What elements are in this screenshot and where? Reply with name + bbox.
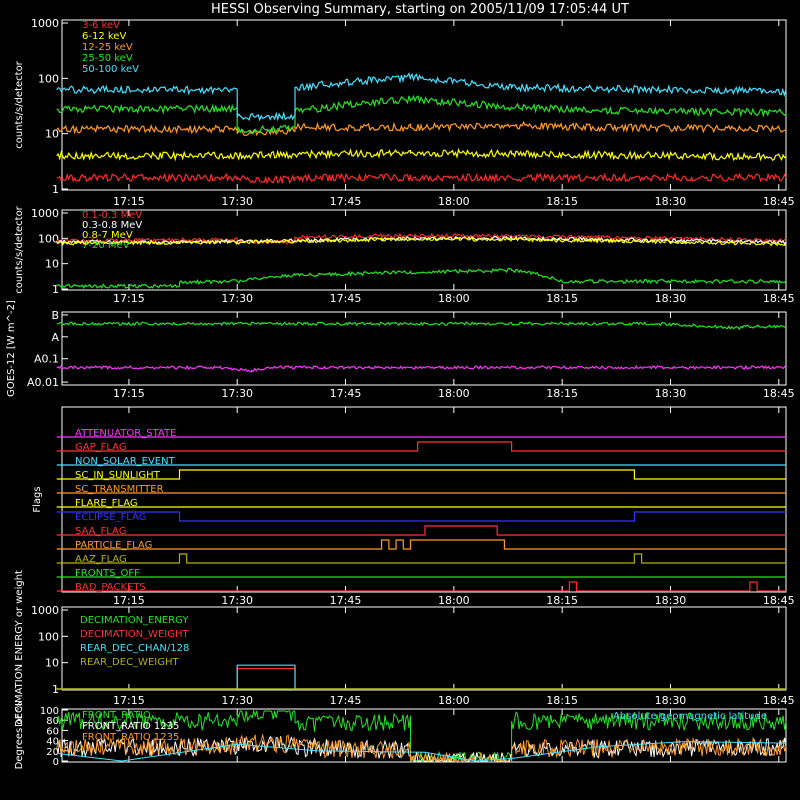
y-tick-label: 60 — [46, 726, 59, 737]
legend-rear-dec-weight: REAR_DEC_WEIGHT — [80, 657, 179, 668]
x-tick-label: 17:45 — [330, 292, 362, 305]
flag-label-sc-transmitter: SC_TRANSMITTER — [75, 484, 164, 495]
y-tick-label: 1000 — [31, 17, 59, 30]
legend-front-ratio: FRONT_RATIO — [82, 710, 151, 721]
flag-label-aaz-flag: AAZ_FLAG — [75, 554, 127, 565]
y-axis-label: counts/s/detector — [14, 60, 25, 148]
legend-front-ratio-1235: FRONT_RATIO 1235 — [82, 732, 179, 743]
x-tick-label: 18:45 — [763, 694, 795, 707]
flag-label-gap-flag: GAP_FLAG — [75, 442, 127, 453]
y-axis-label: Degrees or % — [14, 702, 25, 770]
x-tick-label: 17:30 — [221, 387, 253, 400]
y-tick-label: 1 — [52, 183, 59, 196]
y-tick-label: 1000 — [31, 604, 59, 617]
flag-label-sc-in-sunlight: SC_IN_SUNLIGHT — [75, 470, 161, 481]
x-tick-label: 17:30 — [221, 694, 253, 707]
x-tick-label: 18:15 — [546, 292, 578, 305]
x-tick-label: 18:15 — [546, 195, 578, 208]
y-tick-label: 80 — [46, 716, 59, 727]
legend-decimation-weight: DECIMATION_WEIGHT — [80, 629, 189, 640]
x-tick-label: 18:45 — [763, 195, 795, 208]
y-tick-label: 10 — [45, 258, 59, 271]
x-tick-label: 17:15 — [113, 387, 145, 400]
flag-label-eclipse-flag: ECLIPSE_FLAG — [75, 512, 146, 523]
y-tick-label: 100 — [38, 72, 59, 85]
legend-12-25-kev: 12-25 keV — [82, 42, 133, 53]
x-tick-label: 18:30 — [655, 694, 687, 707]
x-tick-label: 18:15 — [546, 694, 578, 707]
y-tick-label: A0.01 — [27, 376, 59, 389]
y-tick-label: B — [51, 309, 59, 322]
x-tick-label: 17:15 — [113, 694, 145, 707]
y-tick-label: 100 — [40, 706, 59, 717]
legend-50-100-kev: 50-100 keV — [82, 64, 139, 75]
flag-label-flare-flag: FLARE_FLAG — [75, 498, 138, 509]
x-tick-label: 17:15 — [113, 292, 145, 305]
x-tick-label: 17:45 — [330, 195, 362, 208]
x-tick-label: 17:30 — [221, 292, 253, 305]
y-tick-label: A — [51, 331, 59, 344]
x-tick-label: 17:45 — [330, 594, 362, 607]
legend-3-6-kev: 3-6 keV — [82, 20, 120, 31]
legend-absolute-geomagnetic-latitude: Absolute geomagnetic latitude — [613, 711, 767, 722]
x-tick-label: 17:30 — [221, 594, 253, 607]
y-axis-label: Flags — [32, 486, 43, 512]
flag-label-saa-flag: SAA_FLAG — [75, 526, 126, 537]
x-tick-label: 18:15 — [546, 594, 578, 607]
x-tick-label: 18:30 — [655, 594, 687, 607]
x-tick-label: 18:00 — [438, 387, 470, 400]
legend-rear-dec-chan-128: REAR_DEC_CHAN/128 — [80, 643, 189, 654]
x-tick-label: 17:15 — [113, 594, 145, 607]
y-tick-label: A0.1 — [34, 353, 59, 366]
y-tick-label: 10 — [45, 128, 59, 141]
legend-25-50-kev: 25-50 keV — [82, 53, 133, 64]
y-tick-label: 100 — [38, 232, 59, 245]
x-tick-label: 18:00 — [438, 195, 470, 208]
x-tick-label: 18:15 — [546, 387, 578, 400]
y-tick-label: 0 — [53, 757, 59, 768]
flag-label-fronts-off: FRONTS_OFF — [75, 568, 140, 579]
y-axis-label: counts/s/detector — [14, 205, 25, 293]
y-tick-label: 100 — [38, 630, 59, 643]
x-tick-label: 17:45 — [330, 694, 362, 707]
x-tick-label: 17:30 — [221, 195, 253, 208]
x-tick-label: 18:00 — [438, 694, 470, 707]
x-tick-label: 17:45 — [330, 387, 362, 400]
flag-label-particle-flag: PARTICLE_FLAG — [75, 540, 152, 551]
figure-title: HESSI Observing Summary, starting on 200… — [211, 2, 629, 17]
legend-front-ratio-1235: FRONT_RATIO 1235 — [82, 721, 179, 732]
x-tick-label: 18:00 — [438, 594, 470, 607]
legend-6-12-kev: 6-12 keV — [82, 31, 126, 42]
x-tick-label: 18:30 — [655, 195, 687, 208]
y-tick-label: 1000 — [31, 207, 59, 220]
flag-label-attenuator-state: ATTENUATOR_STATE — [75, 428, 176, 439]
observing-summary-figure: HESSI Observing Summary, starting on 200… — [0, 0, 800, 800]
x-tick-label: 18:45 — [763, 594, 795, 607]
flag-label-bad-packets: BAD_PACKETS — [75, 582, 146, 593]
x-tick-label: 18:45 — [763, 292, 795, 305]
legend-7-20-mev: 7-20 MeV — [82, 240, 130, 251]
legend-decimation-energy: DECIMATION_ENERGY — [80, 615, 189, 626]
x-tick-label: 18:00 — [438, 292, 470, 305]
x-tick-label: 18:45 — [763, 387, 795, 400]
x-tick-label: 18:30 — [655, 292, 687, 305]
flag-label-non-solar-event: NON_SOLAR_EVENT — [75, 456, 176, 467]
y-axis-label: GOES-12 [W m^-2] — [6, 300, 17, 397]
x-tick-label: 18:30 — [655, 387, 687, 400]
y-tick-label: 10 — [45, 657, 59, 670]
x-tick-label: 17:15 — [113, 195, 145, 208]
